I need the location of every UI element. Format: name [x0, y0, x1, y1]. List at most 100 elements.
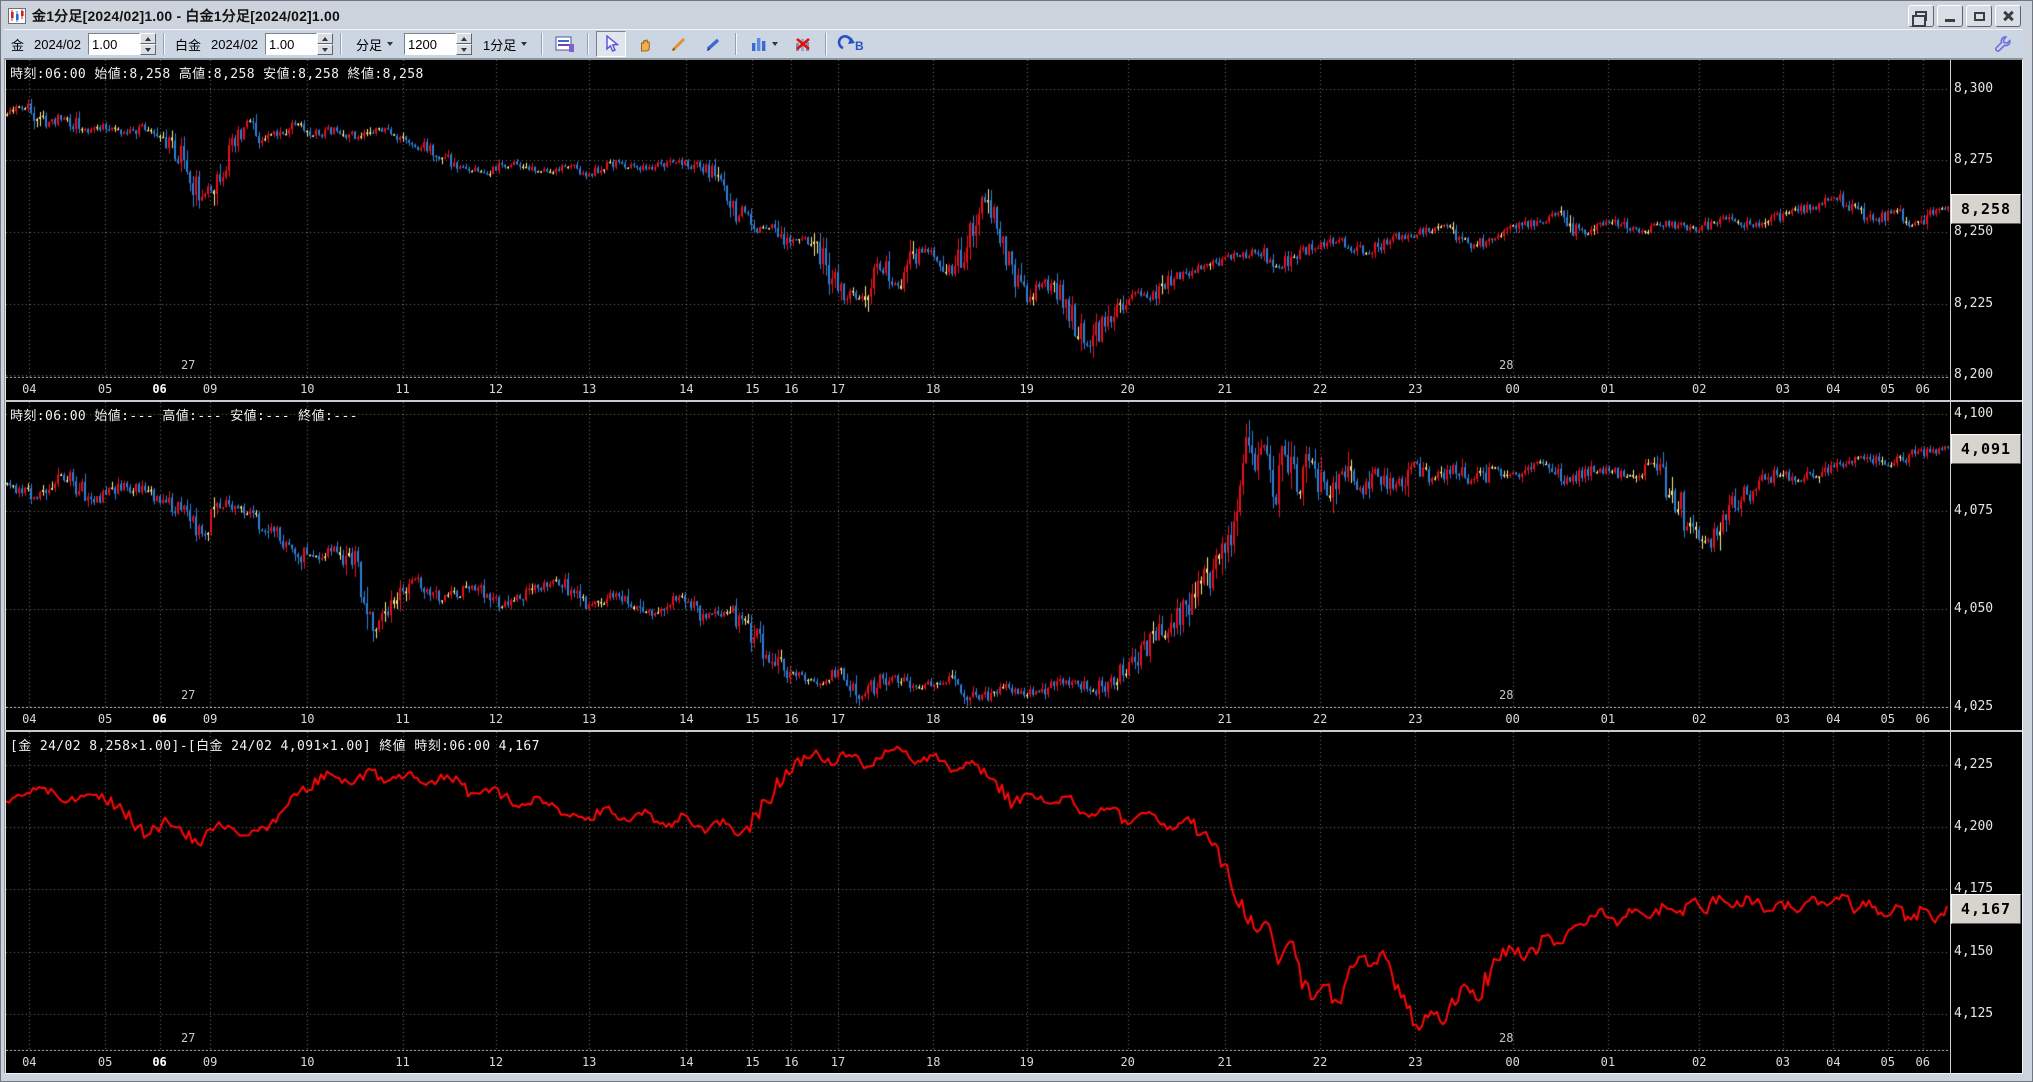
- bar-count-input[interactable]: [404, 33, 457, 55]
- down-arrow-icon: [145, 47, 152, 52]
- y-tick-label: 4,200: [1954, 819, 1994, 835]
- time-label: 22: [1312, 382, 1328, 396]
- bar-count-up-button[interactable]: [456, 33, 473, 44]
- time-label: 11: [395, 382, 410, 396]
- spread-line-canvas[interactable]: [6, 732, 1950, 1051]
- time-label: 15: [745, 1055, 760, 1069]
- time-label: 17: [830, 1055, 846, 1069]
- time-label: 19: [1019, 712, 1034, 726]
- y-tick-label: 4,150: [1954, 943, 1994, 959]
- time-label: 17: [830, 382, 846, 396]
- time-label: 01: [1600, 382, 1616, 396]
- time-label: 05: [1880, 712, 1896, 726]
- close-icon: [2002, 10, 2014, 22]
- remove-indicator-button[interactable]: [788, 31, 818, 57]
- time-label: 21: [1217, 712, 1233, 726]
- chart-panel-spread: [金 24/02 8,258×1.00]-[白金 24/02 4,091×1.0…: [5, 730, 2022, 1073]
- y-tick-label: 8,300: [1954, 80, 1994, 96]
- chart-template-button[interactable]: [550, 31, 580, 57]
- close-button[interactable]: [1995, 5, 2021, 27]
- time-label: 13: [581, 1055, 597, 1069]
- time-label: 03: [1775, 382, 1791, 396]
- bar-type-dropdown[interactable]: 分足: [349, 32, 400, 56]
- platinum-time-axis: 04 05 06 09 10 11 12 13 14 15 16 17 18 19 20 21 22 23 00 01…: [6, 708, 1950, 730]
- time-label: 06: [152, 382, 167, 396]
- window-title: 金1分足[2024/02]1.00 - 白金1分足[2024/02]1.00: [32, 8, 340, 24]
- platinum-ratio-up-button[interactable]: [317, 33, 334, 44]
- time-label: 04: [22, 712, 37, 726]
- time-label: 04: [1826, 712, 1841, 726]
- time-label: 14: [679, 382, 694, 396]
- restore-window-icon: [1912, 11, 1927, 27]
- toolbar-separator: [735, 33, 738, 55]
- chart-stack: 時刻:06:00 始値:8,258 高値:8,258 安値:8,258 終値:8…: [4, 59, 2023, 1074]
- hand-icon: [641, 39, 651, 52]
- pan-tool-button[interactable]: [630, 31, 660, 57]
- time-label: 22: [1312, 1055, 1328, 1069]
- time-label: 09: [202, 712, 218, 726]
- time-label: 10: [300, 712, 315, 726]
- platinum-candles-canvas[interactable]: [6, 402, 1950, 708]
- toolbar: 金 2024/02 白金 2024/02 分足: [4, 29, 2023, 59]
- y-tick-label: 4,225: [1954, 757, 1994, 773]
- toolbar-separator: [163, 33, 166, 55]
- maximize-button[interactable]: [1966, 5, 1992, 27]
- reload-button[interactable]: B: [834, 31, 870, 57]
- day-marker: 27: [180, 688, 196, 702]
- time-label: 13: [581, 382, 597, 396]
- gold-ratio-down-button[interactable]: [140, 44, 157, 55]
- day-marker: 28: [1498, 688, 1514, 702]
- chart-window: 金1分足[2024/02]1.00 - 白金1分足[2024/02]1.00 金…: [0, 0, 2033, 1082]
- time-label: 05: [97, 382, 113, 396]
- time-label: 04: [22, 1055, 37, 1069]
- chevron-down-icon: [772, 42, 779, 46]
- indicator-menu-button[interactable]: [744, 31, 784, 57]
- time-label: 11: [395, 1055, 410, 1069]
- minimize-button[interactable]: [1937, 5, 1963, 27]
- bar-count-down-button[interactable]: [456, 44, 473, 55]
- draw-line-tool-2-button[interactable]: [698, 31, 728, 57]
- y-tick-label: 8,225: [1954, 295, 1994, 311]
- wrench-icon[interactable]: [1993, 34, 2013, 54]
- time-label: 19: [1019, 382, 1034, 396]
- time-label: 23: [1408, 712, 1423, 726]
- time-label: 16: [784, 712, 799, 726]
- time-label: 16: [784, 1055, 799, 1069]
- gold-ratio-spinbox: [88, 33, 157, 55]
- chart-panel-platinum: 時刻:06:00 始値:--- 高値:--- 安値:--- 終値:--- 27 2…: [5, 400, 2022, 730]
- gold-ratio-input[interactable]: [88, 33, 141, 55]
- platinum-ratio-down-button[interactable]: [317, 44, 334, 55]
- y-tick-label: 4,050: [1954, 601, 1994, 617]
- time-label: 04: [1826, 382, 1841, 396]
- time-label: 12: [488, 1055, 504, 1069]
- spread-time-axis: 04 05 06 09 10 11 12 13 14 15 16 17 18 19 20 21 22 23 00 01…: [6, 1051, 1950, 1073]
- platinum-ratio-input[interactable]: [265, 33, 318, 55]
- time-label: 06: [1915, 1055, 1931, 1069]
- select-tool-button[interactable]: [596, 31, 627, 57]
- time-label: 05: [97, 1055, 113, 1069]
- gold-time-axis: 04 05 06 09 10 11 12 13 14 15 16 17 18 19 20 21 22 23 00 01…: [6, 378, 1950, 400]
- time-label: 19: [1019, 1055, 1034, 1069]
- time-label: 20: [1120, 712, 1135, 726]
- platinum-ohlc-readout: 時刻:06:00 始値:--- 高値:--- 安値:--- 終値:---: [10, 409, 358, 424]
- time-label: 01: [1600, 712, 1616, 726]
- restore-window-button[interactable]: [1908, 5, 1934, 27]
- interval-dropdown[interactable]: 1分足: [476, 32, 534, 56]
- time-label: 03: [1775, 712, 1791, 726]
- interval-label: 1分足: [483, 37, 517, 53]
- gold-price-axis: 8,300 8,275 8,250 8,225 8,200 8,258: [1950, 60, 2022, 400]
- gold-candles-canvas[interactable]: [6, 60, 1950, 378]
- time-label: 00: [1505, 382, 1520, 396]
- titlebar[interactable]: 金1分足[2024/02]1.00 - 白金1分足[2024/02]1.00: [4, 3, 2023, 29]
- time-label: 04: [22, 382, 37, 396]
- draw-line-tool-button[interactable]: [664, 31, 694, 57]
- time-label: 06: [1915, 382, 1931, 396]
- time-label: 05: [1880, 1055, 1896, 1069]
- toolbar-separator: [825, 33, 828, 55]
- toolbar-separator: [587, 33, 590, 55]
- time-label: 01: [1600, 1055, 1616, 1069]
- pencil-blue-icon: [706, 38, 720, 51]
- gold-ratio-up-button[interactable]: [140, 33, 157, 44]
- time-label: 02: [1691, 382, 1707, 396]
- time-label: 18: [926, 382, 941, 396]
